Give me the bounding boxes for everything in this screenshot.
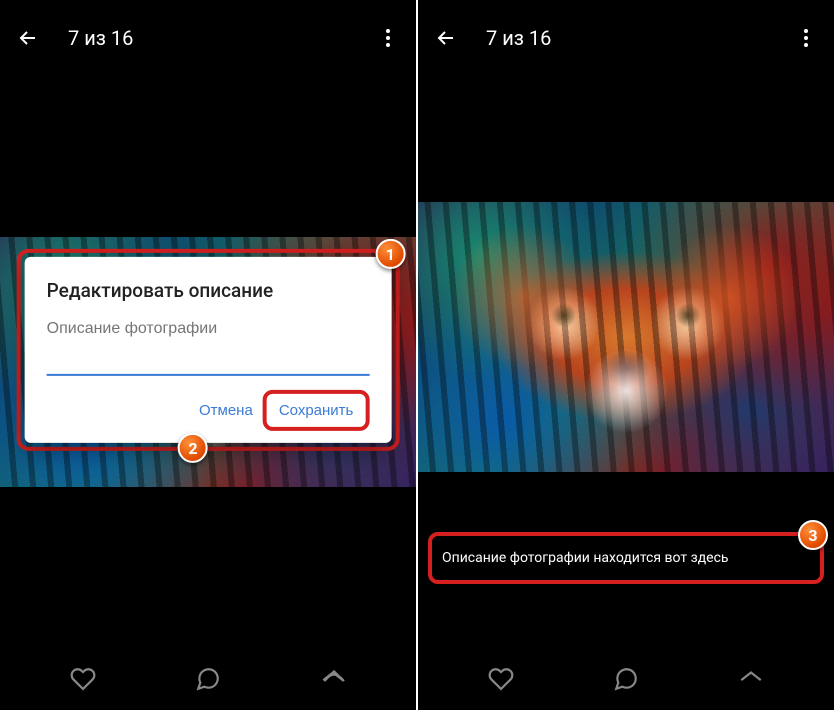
like-heart-icon[interactable] bbox=[70, 666, 96, 692]
callout-badge-1: 1 bbox=[375, 239, 405, 269]
right-pane: 7 из 16 3 Описание фотографии находится … bbox=[418, 0, 834, 710]
back-arrow-icon[interactable] bbox=[16, 26, 40, 50]
dialog-title: Редактировать описание bbox=[47, 279, 370, 302]
left-pane: 7 из 16 1 Редактировать описание Отмена bbox=[0, 0, 416, 710]
photo-tiger-painting bbox=[418, 202, 834, 472]
footer-actions bbox=[418, 648, 834, 710]
header: 7 из 16 bbox=[418, 0, 834, 76]
back-arrow-icon[interactable] bbox=[434, 26, 458, 50]
cancel-button[interactable]: Отмена bbox=[191, 394, 261, 427]
description-input[interactable] bbox=[47, 316, 370, 376]
callout-save-highlight: 2 Сохранить bbox=[263, 390, 370, 431]
save-button[interactable]: Сохранить bbox=[269, 396, 364, 425]
photo-counter: 7 из 16 bbox=[486, 26, 551, 50]
photo-caption: Описание фотографии находится вот здесь bbox=[442, 550, 810, 566]
share-arrow-icon[interactable] bbox=[320, 666, 346, 692]
edit-description-dialog: Редактировать описание Отмена 2 Сохранит… bbox=[25, 257, 392, 443]
photo-counter: 7 из 16 bbox=[68, 26, 133, 50]
split-screenshot: 7 из 16 1 Редактировать описание Отмена bbox=[0, 0, 834, 710]
footer-actions bbox=[0, 648, 416, 710]
header: 7 из 16 bbox=[0, 0, 416, 76]
more-vertical-icon[interactable] bbox=[376, 26, 400, 50]
comment-bubble-icon[interactable] bbox=[613, 666, 639, 692]
like-heart-icon[interactable] bbox=[488, 666, 514, 692]
callout-badge-3: 3 bbox=[798, 520, 828, 550]
more-vertical-icon[interactable] bbox=[794, 26, 818, 50]
photo-area: 3 Описание фотографии находится вот здес… bbox=[418, 76, 834, 648]
callout-caption-highlight: 3 Описание фотографии находится вот здес… bbox=[428, 532, 824, 584]
comment-bubble-icon[interactable] bbox=[195, 666, 221, 692]
share-arrow-icon[interactable] bbox=[738, 666, 764, 692]
photo-area: 1 Редактировать описание Отмена 2 Сохран… bbox=[0, 76, 416, 648]
callout-dialog-highlight: 1 Редактировать описание Отмена 2 Сохран… bbox=[17, 249, 400, 451]
dialog-actions: Отмена 2 Сохранить bbox=[47, 390, 370, 431]
